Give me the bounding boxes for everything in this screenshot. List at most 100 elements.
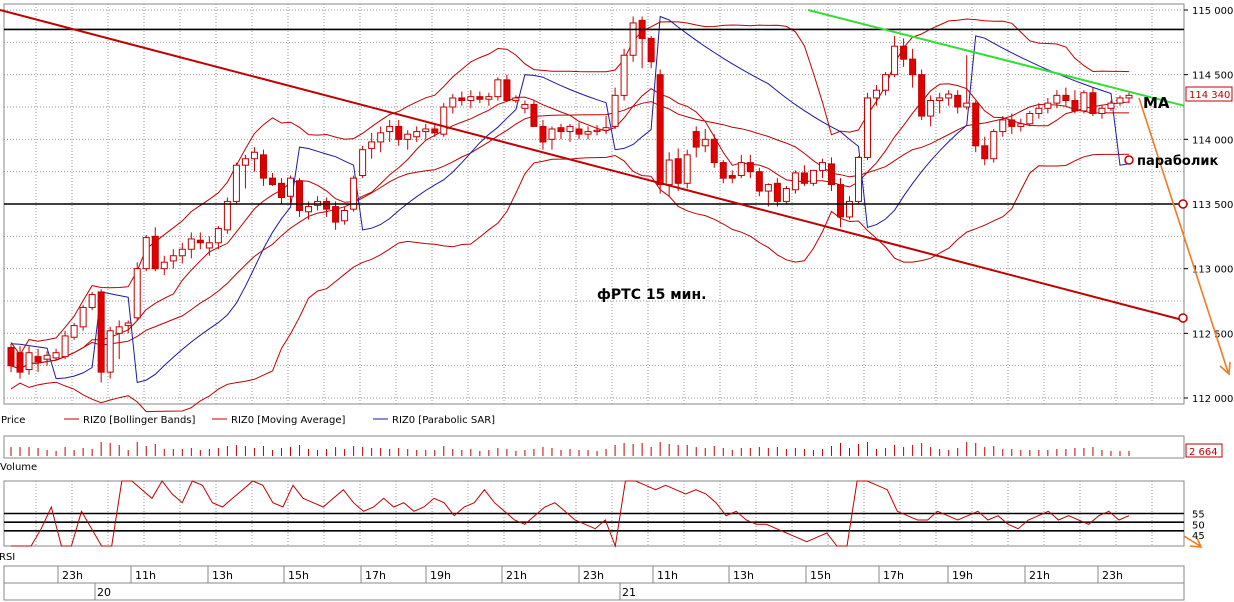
candle-body bbox=[548, 128, 556, 140]
candle-body bbox=[755, 171, 763, 192]
candle-body bbox=[827, 163, 835, 186]
candle-body bbox=[674, 158, 682, 184]
price-y-tick-label: 112 500 bbox=[1192, 329, 1233, 340]
candle-body bbox=[1044, 102, 1052, 109]
rsi-panel: 555045 RSI bbox=[0, 480, 1205, 563]
candle-body bbox=[900, 45, 908, 60]
candle-body bbox=[485, 96, 493, 100]
candle-body bbox=[296, 180, 304, 211]
candle-body bbox=[602, 127, 610, 131]
candle-body bbox=[629, 22, 637, 56]
candle-body bbox=[1071, 100, 1079, 112]
candle-body bbox=[115, 326, 123, 334]
candle-body bbox=[746, 162, 754, 173]
candle-body bbox=[656, 74, 664, 186]
volume-panel: 2 664 Volume bbox=[0, 435, 1223, 473]
legend: Price RIZ0 [Bollinger Bands] RIZ0 [Movin… bbox=[1, 415, 495, 426]
candle-body bbox=[719, 162, 727, 179]
candle-body bbox=[34, 356, 42, 363]
candle-body bbox=[205, 242, 213, 249]
time-tick-label: 15h bbox=[288, 569, 309, 582]
candle-body bbox=[557, 127, 565, 133]
candle-body bbox=[836, 184, 844, 218]
candle-body bbox=[701, 138, 709, 147]
candle-body bbox=[422, 128, 430, 133]
candle-body bbox=[891, 45, 899, 76]
candle-body bbox=[1116, 97, 1124, 104]
candle-body bbox=[963, 102, 971, 108]
candle-body bbox=[449, 97, 457, 108]
candle-body bbox=[800, 172, 808, 184]
level-marker bbox=[1124, 155, 1134, 165]
candle-body bbox=[431, 128, 439, 134]
candle-body bbox=[97, 291, 105, 373]
parabolic-marker-label: параболик bbox=[1137, 154, 1218, 169]
candle-body bbox=[927, 100, 935, 117]
candle-body bbox=[241, 158, 249, 166]
candle-body bbox=[981, 145, 989, 160]
candle-body bbox=[214, 228, 222, 244]
rsi-y-tick-label: 50 bbox=[1192, 520, 1205, 531]
volume-panel-label: Volume bbox=[0, 462, 37, 473]
time-tick-label: 15h bbox=[810, 569, 831, 582]
candle-body bbox=[990, 131, 998, 160]
price-panel: 112 000 112 500 113 000 113 500 114 000 114 5… bbox=[0, 3, 1233, 548]
candle-body bbox=[539, 125, 547, 143]
candle-body bbox=[620, 54, 628, 96]
candle-body bbox=[809, 169, 817, 184]
candle-body bbox=[512, 97, 520, 102]
candle-body bbox=[404, 133, 412, 140]
candle-body bbox=[250, 151, 258, 160]
candle-body bbox=[359, 149, 367, 177]
candle-body bbox=[106, 330, 114, 373]
candle-body bbox=[1107, 102, 1115, 109]
chart-canvas: 112 000 112 500 113 000 113 500 114 000 114 5… bbox=[0, 3, 1233, 601]
candle-body bbox=[773, 182, 781, 202]
last-price-badge: 114 340 bbox=[1185, 86, 1233, 102]
candle-body bbox=[223, 200, 231, 231]
candle-body bbox=[16, 352, 24, 373]
candle-body bbox=[1098, 107, 1106, 114]
price-y-tick-label: 114 500 bbox=[1192, 71, 1233, 82]
time-tick-label: 19h bbox=[430, 569, 451, 582]
time-tick-label: 11h bbox=[135, 569, 156, 582]
time-tick-label: 17h bbox=[365, 569, 386, 582]
candle-body bbox=[413, 131, 421, 138]
legend-bollinger: RIZ0 [Bollinger Bands] bbox=[83, 415, 196, 426]
time-tick-label: 11h bbox=[657, 569, 678, 582]
time-axis: 23h 11h 13h 15h 17h 19h 21h 23h 11h 13h 15h 17h 19h 2… bbox=[3, 565, 1185, 601]
time-tick-label: 13h bbox=[212, 569, 233, 582]
candle-body bbox=[972, 102, 980, 147]
candle-body bbox=[882, 74, 890, 91]
candle-body bbox=[521, 103, 529, 109]
candle-body bbox=[169, 255, 177, 262]
candle-body bbox=[611, 94, 619, 127]
candle-body bbox=[665, 159, 673, 186]
candle-body bbox=[575, 128, 583, 135]
candle-body bbox=[268, 177, 276, 186]
rsi-y-tick-label: 45 bbox=[1192, 531, 1205, 542]
time-tick-label: 21h bbox=[1029, 569, 1050, 582]
candle-body bbox=[1080, 92, 1088, 112]
level-marker bbox=[1178, 313, 1188, 323]
candle-body bbox=[178, 248, 186, 257]
candle-body bbox=[1008, 119, 1016, 127]
time-tick-label: 21h bbox=[506, 569, 527, 582]
candle-body bbox=[503, 79, 511, 102]
candle-body bbox=[61, 335, 69, 358]
legend-sar: RIZ0 [Parabolic SAR] bbox=[392, 415, 495, 426]
last-price-label: 114 340 bbox=[1189, 90, 1230, 101]
candle-body bbox=[945, 93, 953, 99]
candle-body bbox=[196, 239, 204, 244]
time-tick-label: 23h bbox=[62, 569, 83, 582]
candle-body bbox=[133, 268, 141, 319]
candle-body bbox=[728, 175, 736, 179]
ma-marker-label: MA bbox=[1143, 94, 1170, 112]
candle-body bbox=[323, 200, 331, 210]
candle-body bbox=[791, 172, 799, 191]
candle-body bbox=[1026, 112, 1034, 125]
candle-body bbox=[88, 294, 96, 308]
candle-body bbox=[259, 154, 267, 179]
candle-body bbox=[124, 322, 132, 327]
price-y-tick-label: 113 500 bbox=[1192, 200, 1233, 211]
